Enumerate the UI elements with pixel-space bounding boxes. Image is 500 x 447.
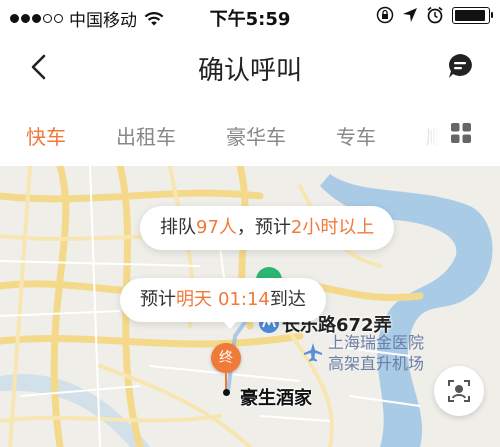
locate-icon <box>448 380 470 402</box>
queue-middle: ，预计 <box>236 217 291 238</box>
message-icon[interactable] <box>446 52 474 80</box>
poi-line-2: 高架直升机场 <box>328 354 425 373</box>
grid-icon[interactable] <box>450 122 472 144</box>
eta-bubble-tail <box>222 320 238 329</box>
tab-premier[interactable]: 专车 <box>336 121 376 150</box>
status-bar: 中国移动 下午5:59 <box>0 0 500 32</box>
rotation-lock-icon <box>376 6 394 24</box>
queue-info-bubble: 排队97人，预计2小时以上 <box>140 206 395 250</box>
nav-bar: 确认呼叫 <box>0 32 500 102</box>
eta-prefix: 预计 <box>140 289 176 310</box>
tab-luxury[interactable]: 豪华车 <box>226 121 286 150</box>
battery-icon <box>452 6 493 24</box>
locate-button[interactable] <box>434 366 484 416</box>
airport-icon <box>304 343 322 362</box>
end-marker-dot <box>223 389 230 396</box>
location-arrow-icon <box>403 8 417 22</box>
eta-time: 01:14 <box>218 289 270 310</box>
poi-hospital-helipad: 上海瑞金医院 高架直升机场 <box>328 332 424 374</box>
eta-suffix: 到达 <box>269 289 306 310</box>
status-right <box>376 6 493 24</box>
end-marker: 终 <box>211 343 241 373</box>
destination-label: 豪生酒家 <box>240 388 312 409</box>
tab-taxi[interactable]: 出租车 <box>116 121 176 150</box>
eta-bubble: 预计明天 01:14到达 <box>120 278 326 322</box>
battery-level <box>455 9 486 21</box>
queue-count: 97人 <box>196 217 237 238</box>
tabs-fade <box>390 102 440 166</box>
tab-kuaiche[interactable]: 快车 <box>26 121 66 150</box>
alarm-clock-icon <box>427 6 443 24</box>
car-type-tabs: 快车 出租车 豪华车 专车 顺 <box>0 102 500 166</box>
page-title: 确认呼叫 <box>197 56 302 86</box>
poi-line-1: 上海瑞金医院 <box>328 333 425 352</box>
eta-day: 明天 <box>176 289 212 310</box>
queue-wait-time: 2小时以上 <box>290 217 375 238</box>
end-marker-stem <box>225 372 227 390</box>
queue-prefix: 排队 <box>160 217 196 238</box>
